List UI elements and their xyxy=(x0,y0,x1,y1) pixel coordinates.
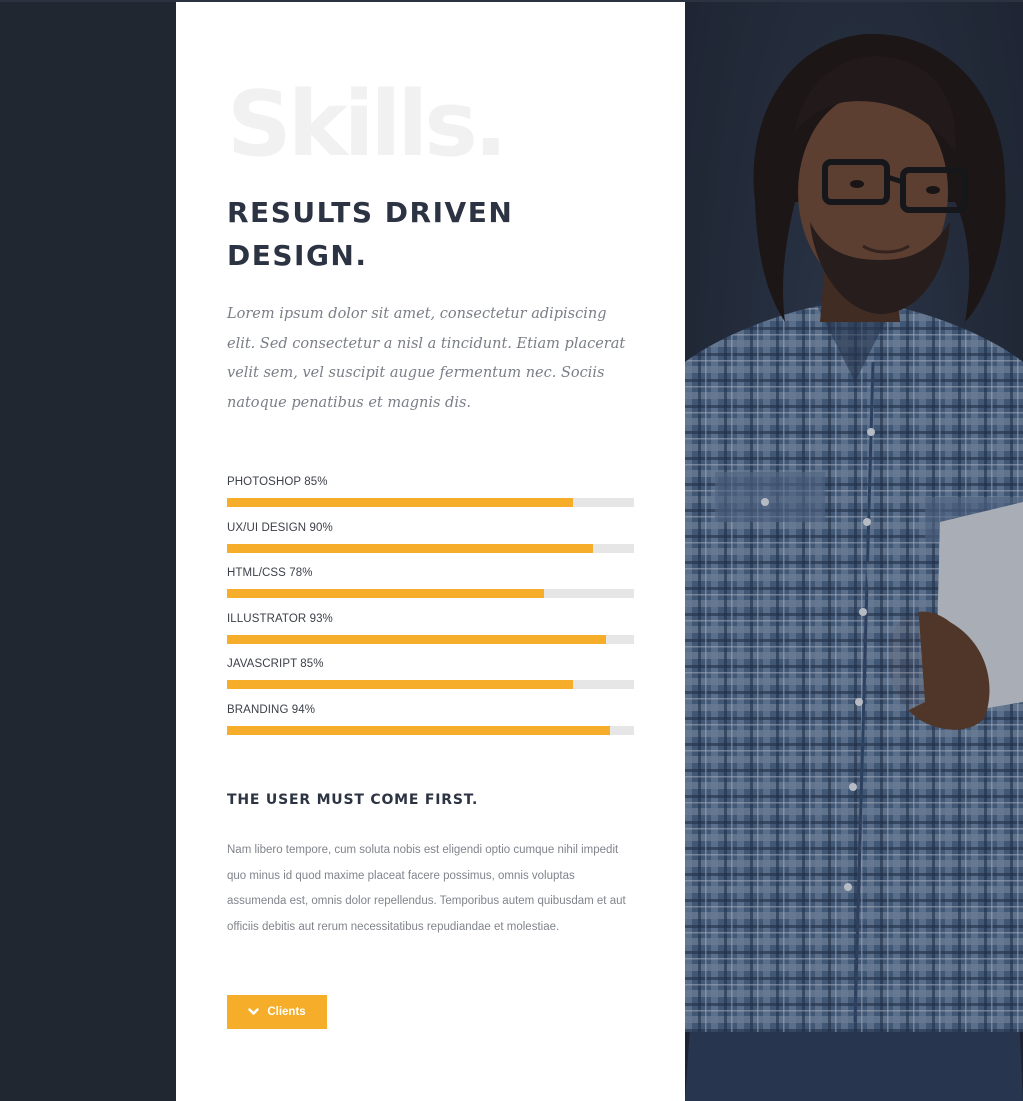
skill-ux-ui-design: UX/UI DESIGN 90% xyxy=(227,522,634,568)
skill-html-css: HTML/CSS 78% xyxy=(227,567,634,613)
skill-track xyxy=(227,543,634,553)
skill-branding: BRANDING 94% xyxy=(227,704,634,750)
skill-fill xyxy=(227,498,573,507)
skills-panel: Skills. RESULTS DRIVEN DESIGN. Lorem ips… xyxy=(176,2,685,1101)
chevron-down-icon xyxy=(248,1008,260,1015)
skill-javascript: JAVASCRIPT 85% xyxy=(227,658,634,704)
skill-fill xyxy=(227,634,606,644)
skill-bars: PHOTOSHOP 85% UX/UI DESIGN 90% HTML/CSS … xyxy=(227,476,634,750)
skill-label: UX/UI DESIGN 90% xyxy=(227,521,333,534)
skill-track xyxy=(227,498,634,507)
skill-photoshop: PHOTOSHOP 85% xyxy=(227,476,634,522)
skill-label: HTML/CSS 78% xyxy=(227,567,313,580)
skill-label: JAVASCRIPT 85% xyxy=(227,658,324,671)
skill-track xyxy=(227,725,634,735)
skill-track xyxy=(227,634,634,644)
subsection-heading: THE USER MUST COME FIRST. xyxy=(227,792,479,808)
clients-button-label: Clients xyxy=(267,1006,306,1018)
skill-track xyxy=(227,680,634,690)
background-title: Skills. xyxy=(227,72,508,177)
skill-fill xyxy=(227,589,545,599)
skill-label: PHOTOSHOP 85% xyxy=(227,476,328,488)
skill-track xyxy=(227,589,634,599)
skill-label: BRANDING 94% xyxy=(227,703,316,716)
intro-paragraph: Lorem ipsum dolor sit amet, consectetur … xyxy=(227,306,626,411)
skill-fill xyxy=(227,725,610,735)
subsection-body: Nam libero tempore, cum soluta nobis est… xyxy=(227,844,626,933)
skill-fill xyxy=(227,680,573,690)
skill-illustrator: ILLUSTRATOR 93% xyxy=(227,613,634,659)
portrait-illustration xyxy=(685,2,1023,1101)
section-headline: RESULTS DRIVEN DESIGN. xyxy=(227,196,514,272)
portrait-photo xyxy=(685,2,1023,1101)
clients-button[interactable]: Clients xyxy=(227,995,327,1029)
skill-fill xyxy=(227,543,594,553)
skill-label: ILLUSTRATOR 93% xyxy=(227,612,333,625)
